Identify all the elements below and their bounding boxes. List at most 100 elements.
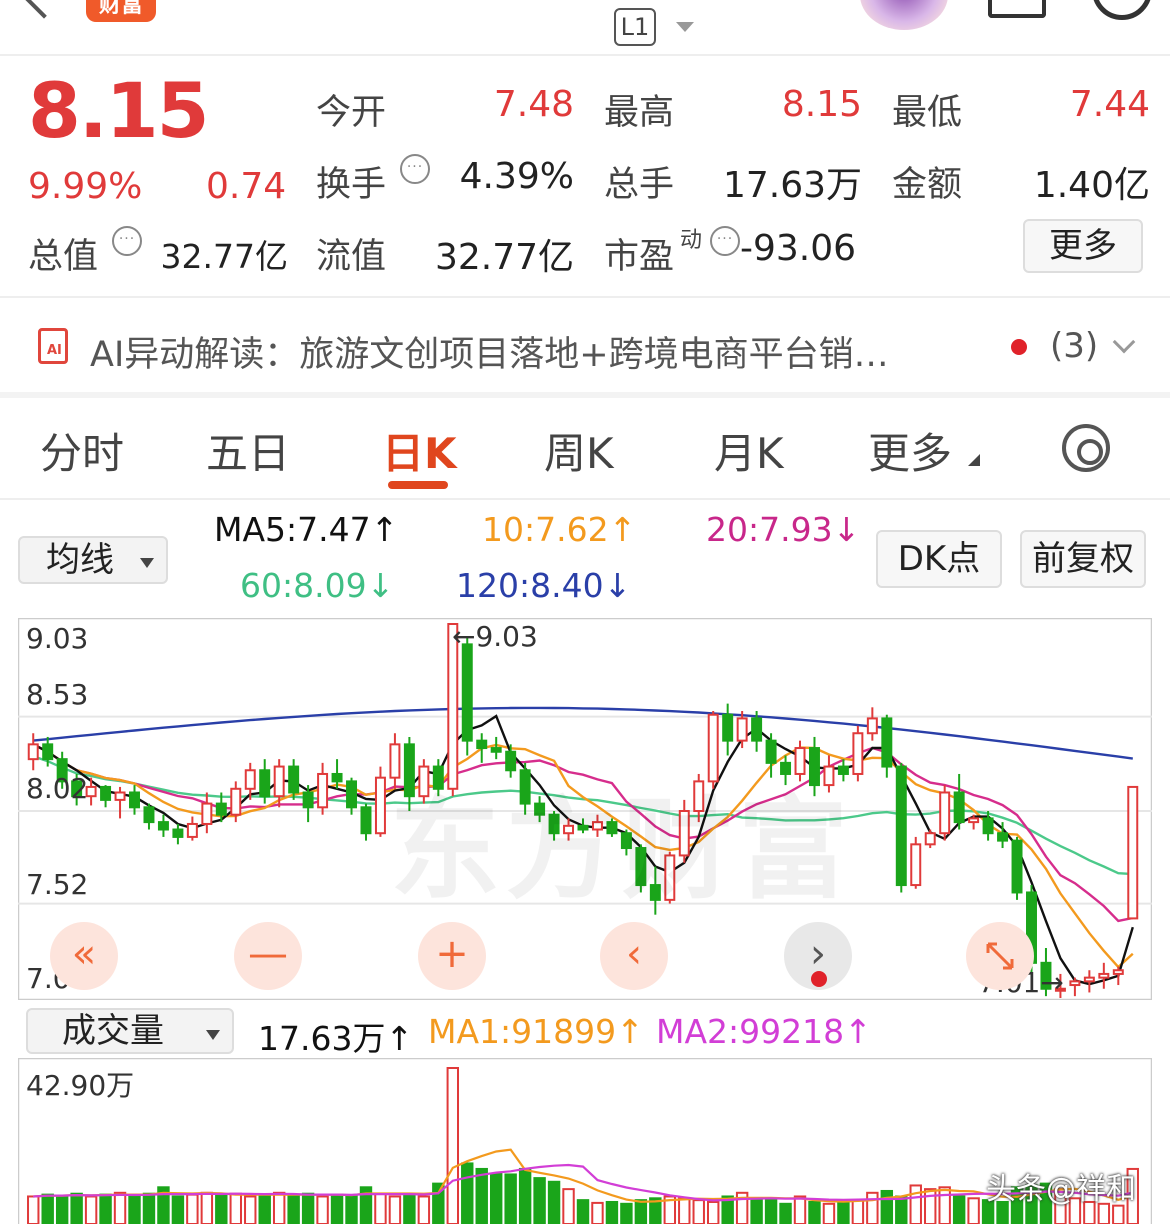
top-bar: 财富 L1 xyxy=(0,0,1170,56)
amount-value: 1.40亿 xyxy=(1033,165,1150,206)
volume-bar xyxy=(41,1193,54,1224)
candle-up xyxy=(924,832,936,846)
volume-bar xyxy=(779,1202,792,1224)
volume-bar xyxy=(1112,1204,1125,1224)
indicator-dropdown[interactable]: 均线 xyxy=(18,536,168,584)
change-percent: 9.99% xyxy=(28,166,143,207)
unread-dot xyxy=(1011,339,1027,355)
tab-daily-k[interactable]: 日K xyxy=(382,420,457,481)
volume-bar xyxy=(244,1195,257,1224)
ma120-value: 120:8.40↓ xyxy=(456,566,632,605)
volume-bar xyxy=(55,1194,69,1224)
divider xyxy=(0,498,1170,500)
volume-bar xyxy=(316,1195,329,1224)
volume-indicator-dropdown[interactable]: 成交量 xyxy=(26,1008,234,1054)
candle-down xyxy=(881,717,893,768)
dk-point-label: DK点 xyxy=(897,539,981,579)
candle-up xyxy=(114,791,126,801)
tab-weekly-k[interactable]: 周K xyxy=(544,420,614,481)
ma10-value: 10:7.62↑ xyxy=(482,510,637,549)
fast-rewind-button[interactable]: « xyxy=(50,922,118,990)
volume-bar xyxy=(909,1184,922,1224)
scroll-left-button[interactable]: ‹ xyxy=(600,922,668,990)
volume-bar xyxy=(793,1195,807,1224)
zoom-in-button[interactable]: + xyxy=(418,922,486,990)
candle-up xyxy=(866,717,878,735)
volume-bar xyxy=(706,1200,720,1224)
candle-up xyxy=(186,822,198,838)
info-icon[interactable]: ··· xyxy=(112,226,142,256)
candle-up xyxy=(852,732,864,775)
gear-icon[interactable] xyxy=(1062,424,1110,472)
avatar[interactable] xyxy=(860,0,948,30)
ai-insight-count[interactable]: (3) xyxy=(1050,326,1098,366)
pe-label: 市盈 xyxy=(604,237,675,277)
back-icon[interactable] xyxy=(21,0,67,19)
volume-bar xyxy=(99,1193,112,1224)
forward-adjust-button[interactable]: 前复权 xyxy=(1020,530,1146,588)
turnover-label: 换手 xyxy=(316,165,387,205)
volume-bar xyxy=(895,1195,908,1224)
volume-label: 总手 xyxy=(604,165,675,205)
pe-value: -93.06 xyxy=(740,228,857,269)
tab-intraday[interactable]: 分时 xyxy=(40,420,124,481)
volume-bar xyxy=(634,1199,648,1224)
chevron-down-icon[interactable] xyxy=(676,22,694,32)
volume-bar xyxy=(764,1199,778,1224)
dk-point-button[interactable]: DK点 xyxy=(876,530,1002,588)
info-icon[interactable]: ··· xyxy=(400,154,430,184)
volume-bar xyxy=(417,1195,431,1224)
volume-bar xyxy=(374,1192,387,1224)
tab-monthly-k[interactable]: 月K xyxy=(714,420,784,481)
volume-bar xyxy=(475,1167,488,1224)
level-badge[interactable]: L1 xyxy=(614,8,656,46)
expand-icon xyxy=(986,942,1014,970)
fullscreen-button[interactable] xyxy=(966,922,1034,990)
volume-value: 17.63万 xyxy=(722,165,862,206)
volume-bar xyxy=(330,1193,344,1224)
more-button[interactable]: 更多 xyxy=(1023,219,1143,273)
vol-ma2-value: MA2:99218↑ xyxy=(656,1012,872,1051)
candle-up xyxy=(1127,785,1139,920)
candle-up xyxy=(244,769,256,790)
volume-bar xyxy=(142,1192,156,1224)
low-value: 7.44 xyxy=(1069,84,1150,125)
volume-bar xyxy=(533,1177,546,1224)
volume-bar xyxy=(924,1188,937,1224)
candle-down xyxy=(331,772,343,783)
volume-bar xyxy=(113,1191,127,1224)
turnover-value: 4.39% xyxy=(459,156,574,197)
ai-insight-text[interactable]: AI异动解读：旅游文创项目落地+跨境电商平台销… xyxy=(90,326,889,377)
volume-bar xyxy=(518,1167,532,1224)
vol-ma1-value: MA1:91899↑ xyxy=(428,1012,644,1051)
candle-down xyxy=(157,821,169,831)
candle-down xyxy=(476,739,488,750)
candle-down xyxy=(302,791,314,809)
candle-down xyxy=(360,806,372,835)
tab-more[interactable]: 更多 xyxy=(868,420,952,481)
window-icon[interactable] xyxy=(988,0,1046,18)
candle-down xyxy=(722,713,734,742)
candle-up xyxy=(910,843,922,887)
volume-dropdown-label: 成交量 xyxy=(62,1011,164,1051)
candle-up xyxy=(230,787,242,816)
candle-down xyxy=(895,765,907,887)
volume-bar xyxy=(489,1172,503,1224)
volume-bar xyxy=(272,1191,286,1224)
volume-bar xyxy=(258,1193,271,1224)
volume-bar xyxy=(461,1162,474,1224)
volume-chart[interactable] xyxy=(18,1058,1152,1224)
volume-bar xyxy=(200,1191,214,1224)
zoom-out-button[interactable]: — xyxy=(234,922,302,990)
change-amount: 0.74 xyxy=(206,166,287,207)
y-axis-label: 7.52 xyxy=(26,868,89,901)
y-axis-label: 9.03 xyxy=(26,622,89,655)
ma5-value: MA5:7.47↑ xyxy=(214,510,399,549)
ai-report-icon[interactable] xyxy=(38,328,68,364)
y-axis-label: 8.02 xyxy=(26,772,89,805)
tab-five-day[interactable]: 五日 xyxy=(206,420,290,481)
search-icon[interactable] xyxy=(1092,0,1152,20)
info-icon[interactable]: ··· xyxy=(710,226,740,256)
chevron-down-icon[interactable] xyxy=(1112,330,1136,354)
current-price: 8.15 xyxy=(28,66,210,155)
